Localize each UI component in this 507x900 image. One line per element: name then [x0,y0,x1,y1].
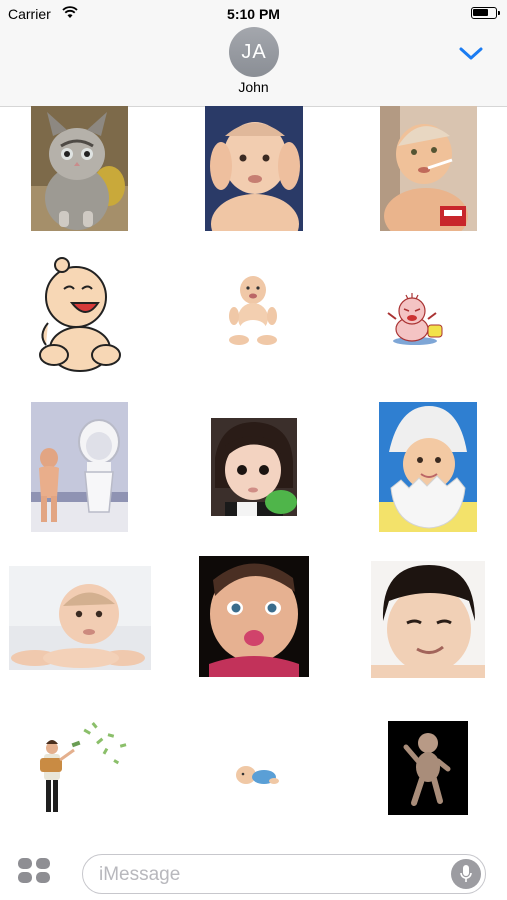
app-drawer-button[interactable] [18,858,52,884]
baby-lying-down-sticker[interactable] [9,566,151,670]
kitten-sticker[interactable] [31,106,128,231]
cartoon-crying-baby-sticker[interactable] [382,291,448,347]
app-drawer-icon [18,858,32,869]
baby-girl-sticker[interactable] [211,418,297,516]
dictation-button[interactable] [451,859,481,889]
baby-in-eggshell-sticker[interactable] [379,402,477,532]
battery-icon [471,7,500,19]
app-drawer-icon-part [18,872,32,883]
message-field [82,854,486,895]
avatar[interactable]: JA [229,27,279,77]
sitting-baby-sticker[interactable] [229,270,277,348]
baby-smirking-sticker[interactable] [371,561,485,678]
cartoon-laughing-baby-sticker[interactable] [32,253,124,376]
baby-covering-ears-sticker[interactable] [205,106,303,231]
baby-at-toilet-sticker[interactable] [31,402,128,532]
sticker-grid [0,106,507,838]
baby-kissy-face-sticker[interactable] [199,556,309,677]
message-input[interactable] [97,855,441,895]
chevron-down-icon [459,47,483,60]
status-bar: Carrier 5:10 PM [0,0,507,28]
baby-with-cigarette-sticker[interactable] [380,106,477,231]
man-throwing-money-sticker[interactable] [36,720,134,816]
collapse-button[interactable] [454,40,488,68]
microphone-icon [460,865,472,882]
app-drawer-icon-part [36,858,50,869]
crawling-baby-sticker[interactable] [232,761,280,787]
compose-bar [0,838,507,900]
contact-name[interactable]: John [0,79,507,95]
dancing-baby-sticker[interactable] [388,721,468,815]
app-drawer-icon-part [36,872,50,883]
clock: 5:10 PM [227,6,280,22]
